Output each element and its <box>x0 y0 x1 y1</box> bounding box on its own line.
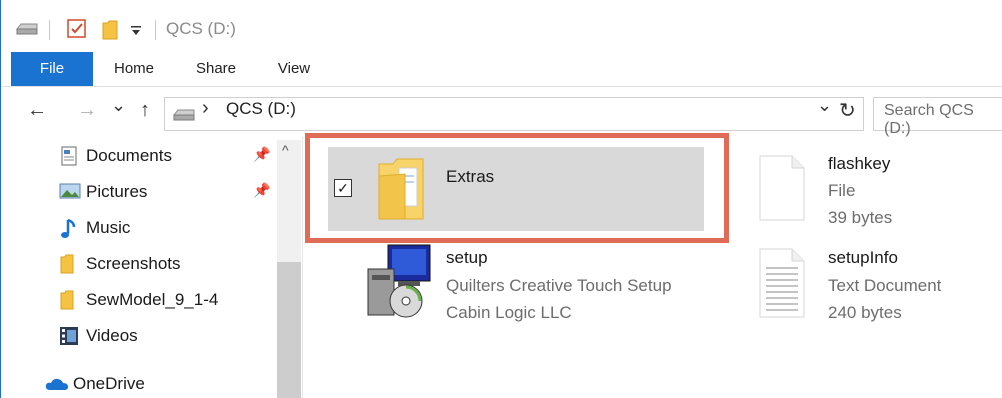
drive-icon[interactable] <box>15 22 39 40</box>
search-input[interactable]: Search QCS (D:) <box>884 102 1002 138</box>
highlight-annotation <box>305 133 729 243</box>
address-drive-icon <box>172 108 196 126</box>
documents-icon <box>59 146 79 166</box>
tab-home[interactable]: Home <box>105 52 163 86</box>
folder-icon <box>59 290 79 310</box>
recent-locations-button[interactable]: ⌄ <box>111 95 126 116</box>
pictures-icon <box>59 182 81 202</box>
file-size: 39 bytes <box>828 208 893 227</box>
tab-file[interactable]: File <box>11 52 93 86</box>
sidebar-scroll-thumb[interactable] <box>277 262 301 398</box>
up-button[interactable]: ↑ <box>140 99 150 122</box>
refresh-button[interactable]: ↻ <box>839 98 856 123</box>
address-dropdown-button[interactable]: ⌄ <box>817 95 832 116</box>
blank-file-icon <box>758 155 806 226</box>
pin-icon: 📌 <box>253 146 271 162</box>
sidebar-item-label: Documents <box>86 146 172 165</box>
file-type: Quilters Creative Touch Setup <box>446 276 672 295</box>
sidebar-item-label: Pictures <box>86 182 148 201</box>
file-name[interactable]: flashkey <box>828 154 890 174</box>
properties-checkbox-icon[interactable] <box>67 19 87 44</box>
file-name[interactable]: setup <box>446 248 488 268</box>
customize-dropdown-icon[interactable] <box>130 24 142 42</box>
forward-button[interactable]: → <box>77 99 97 122</box>
sidebar-item-label: Videos <box>86 326 138 345</box>
sidebar-item-label: Screenshots <box>86 254 181 273</box>
tab-view[interactable]: View <box>265 52 323 86</box>
window-title: QCS (D:) <box>166 19 236 38</box>
text-document-icon <box>758 248 806 323</box>
navigation-bar: ← → ⌄ ↑ › ⌄ ↻ <box>1 87 1002 137</box>
file-size: 240 bytes <box>828 303 902 322</box>
tab-share[interactable]: Share <box>187 52 245 86</box>
installer-icon <box>364 243 436 326</box>
file-company: Cabin Logic LLC <box>446 303 572 322</box>
file-name[interactable]: setupInfo <box>828 248 898 268</box>
videos-icon <box>59 326 79 346</box>
sidebar-item-label: OneDrive <box>73 374 145 393</box>
onedrive-icon <box>45 376 68 396</box>
file-type: File <box>828 181 856 200</box>
new-folder-icon[interactable] <box>102 20 118 45</box>
explorer-window: QCS (D:) File Home Share View ← → ⌄ ↑ › … <box>0 0 1002 398</box>
scroll-up-button[interactable]: ^ <box>282 142 289 158</box>
title-bar: QCS (D:) <box>1 0 1002 52</box>
sidebar-item-label: SewModel_9_1-4 <box>86 290 219 309</box>
folder-icon <box>59 254 79 274</box>
sidebar-item-label: Music <box>86 218 131 237</box>
back-button[interactable]: ← <box>27 99 47 122</box>
pin-icon: 📌 <box>253 182 271 198</box>
breadcrumb-chevron-icon[interactable]: › <box>202 97 209 120</box>
breadcrumb-location[interactable]: QCS (D:) <box>226 99 296 119</box>
music-icon <box>59 218 79 238</box>
pane-divider <box>302 137 303 398</box>
file-type: Text Document <box>828 276 942 295</box>
ribbon-tabs: File Home Share View <box>1 52 1002 87</box>
